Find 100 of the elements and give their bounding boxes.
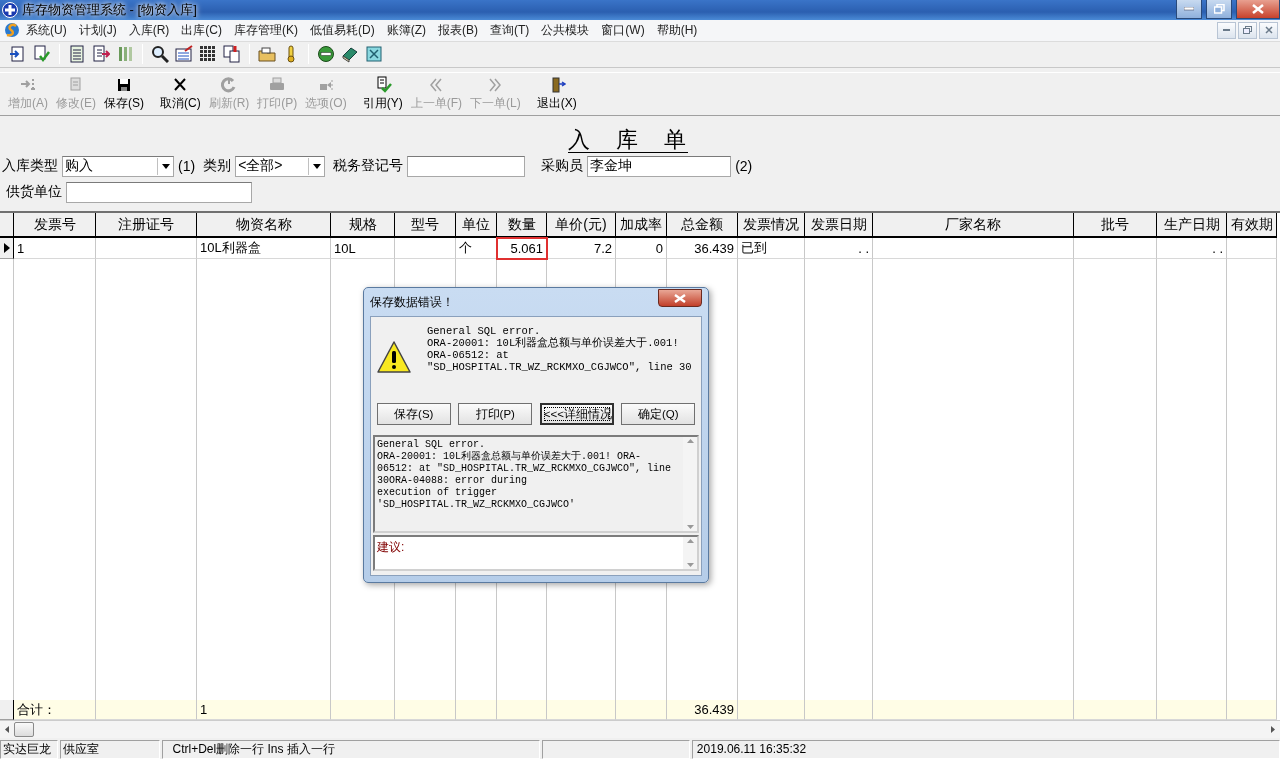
menu-item[interactable]: 系统(U) <box>20 21 73 39</box>
column-header[interactable]: 发票情况 <box>738 213 805 239</box>
column-header[interactable]: 规格 <box>331 213 395 239</box>
menu-item[interactable]: 计划(J) <box>72 21 123 39</box>
column-header[interactable]: 注册证号 <box>96 213 197 239</box>
input-field[interactable] <box>407 155 526 177</box>
menu-item[interactable]: 出库(C) <box>175 21 228 39</box>
input-field[interactable] <box>66 181 252 203</box>
toolbar-button[interactable] <box>150 44 170 65</box>
export-document-icon <box>92 45 110 64</box>
minimize-icon <box>1184 7 1194 12</box>
table-cell: 36.439 <box>667 700 738 721</box>
table-cell <box>1157 700 1227 721</box>
column-header[interactable]: 加成率 <box>616 213 667 239</box>
toolbar-button[interactable]: 保存(S) <box>100 75 148 112</box>
grid-icon <box>199 45 217 64</box>
column-header[interactable]: 单位 <box>456 213 497 239</box>
menu-item[interactable]: 窗口(W) <box>595 21 651 39</box>
table-cell: 1 <box>197 700 331 721</box>
vertical-scrollbar[interactable] <box>683 537 697 569</box>
restore-icon <box>1213 4 1225 15</box>
column-header[interactable]: 有效期 <box>1227 213 1277 239</box>
table-cell: 10L利器盒 <box>197 238 331 260</box>
close-button[interactable] <box>1236 0 1280 20</box>
dropdown-field[interactable]: <全部> <box>235 155 326 177</box>
table-cell <box>1227 700 1277 721</box>
error-details: General SQL error. ORA-20001: 10L利器盒总额与单价误差大于.001! ORA- 06512: at "SD_HOSPITAL.TR_WZ_RCKMXO_CGJWCO", line 30ORA-04088: error during execution of trigger 'SD_HOSPITAL.TR_WZ_RCKMXO_CGJWCO' <box>377 439 673 511</box>
column-header[interactable]: 单价(元) <box>547 213 616 239</box>
restore-button[interactable] <box>1238 21 1257 39</box>
table-cell: 5.061 <box>497 238 547 260</box>
toolbar-button[interactable]: 取消(C) <box>156 75 205 112</box>
status-bar-cell: 2019.06.11 16:35:32 <box>691 740 1280 759</box>
scroll-up-icon <box>686 539 694 543</box>
field-note: (2) <box>735 158 753 175</box>
scroll-down-icon <box>686 525 694 529</box>
minimize-button[interactable] <box>1176 0 1202 20</box>
status-bar-cell: 实达巨龙 <box>0 740 58 759</box>
status-bar-cell: 供应室 <box>59 740 160 759</box>
column-header[interactable]: 批号 <box>1074 213 1157 239</box>
dialog-button[interactable]: 确定(Q) <box>621 403 696 425</box>
header-corner <box>0 213 14 239</box>
dialog-button[interactable]: 保存(S) <box>376 403 451 425</box>
scroll-thumb[interactable] <box>14 722 34 737</box>
dialog-button[interactable]: 打印(P) <box>458 403 533 425</box>
column-header[interactable]: 总金额 <box>667 213 738 239</box>
menu-item[interactable]: 公共模块 <box>535 21 596 39</box>
table-cell: 已到 <box>738 238 805 260</box>
menu-item[interactable]: 帮助(H) <box>650 21 704 39</box>
horizontal-scrollbar[interactable] <box>0 720 1280 738</box>
app-menu-icon[interactable] <box>4 22 20 39</box>
menu-item[interactable]: 报表(B) <box>432 21 484 39</box>
toolbar-button[interactable] <box>174 44 194 65</box>
dropdown-field[interactable]: 购入 <box>62 155 174 177</box>
column-header[interactable]: 生产日期 <box>1157 213 1227 239</box>
column-header[interactable]: 型号 <box>395 213 456 239</box>
field-label: 类别 <box>203 157 232 176</box>
column-header[interactable]: 物资名称 <box>197 213 331 239</box>
column-header[interactable]: 数量 <box>497 213 547 239</box>
close-button[interactable] <box>658 289 702 307</box>
table-cell: 10L <box>331 238 395 260</box>
document-icon <box>68 45 86 64</box>
toolbar-button[interactable] <box>222 44 242 65</box>
book-icon <box>341 45 359 64</box>
input-field[interactable]: 李金坤 <box>587 155 732 177</box>
table-cell: 36.439 <box>667 238 738 260</box>
toolbar-button[interactable] <box>364 44 384 65</box>
menu-item[interactable]: 账簿(Z) <box>380 21 432 39</box>
menu-item[interactable]: 入库(R) <box>122 21 176 39</box>
toolbar-button[interactable]: 退出(X) <box>532 75 581 112</box>
close-icon <box>1264 26 1273 35</box>
menu-item[interactable]: 库存管理(K) <box>228 21 304 39</box>
field-note: (1) <box>178 158 196 175</box>
field-label: 税务登记号 <box>333 157 404 176</box>
table-cell <box>738 700 805 721</box>
restore-icon <box>1243 26 1252 35</box>
minimize-icon <box>1223 28 1230 32</box>
refresh-icon <box>220 75 238 94</box>
columns-icon <box>116 45 134 64</box>
dropdown-caret-icon <box>161 163 170 169</box>
form-icon <box>175 45 193 64</box>
dropdown-caret-icon <box>312 163 321 169</box>
column-header[interactable]: 发票号 <box>14 213 96 239</box>
menu-item[interactable]: 低值易耗(D) <box>304 21 381 39</box>
document-title: 入 库 单 <box>568 128 688 154</box>
table-cell: . . <box>805 238 873 260</box>
column-header[interactable]: 发票日期 <box>805 213 873 239</box>
toolbar-button[interactable]: 引用(Y) <box>358 75 407 112</box>
folder-icon <box>258 45 276 64</box>
row-indicator[interactable] <box>0 238 14 260</box>
toolbar-button[interactable] <box>316 44 336 65</box>
table-cell: 7.2 <box>547 238 616 260</box>
check-document-icon <box>33 45 51 64</box>
maximize-button[interactable] <box>1206 0 1232 20</box>
menu-item[interactable]: 查询(T) <box>484 21 536 39</box>
minimize-button[interactable] <box>1217 21 1236 39</box>
window-title: 库存物资管理系统 - [物资入库] <box>22 0 197 19</box>
vertical-scrollbar[interactable] <box>683 437 697 531</box>
column-header[interactable]: 厂家名称 <box>873 213 1074 239</box>
table-cell <box>805 700 873 721</box>
scroll-down-icon <box>686 563 694 567</box>
